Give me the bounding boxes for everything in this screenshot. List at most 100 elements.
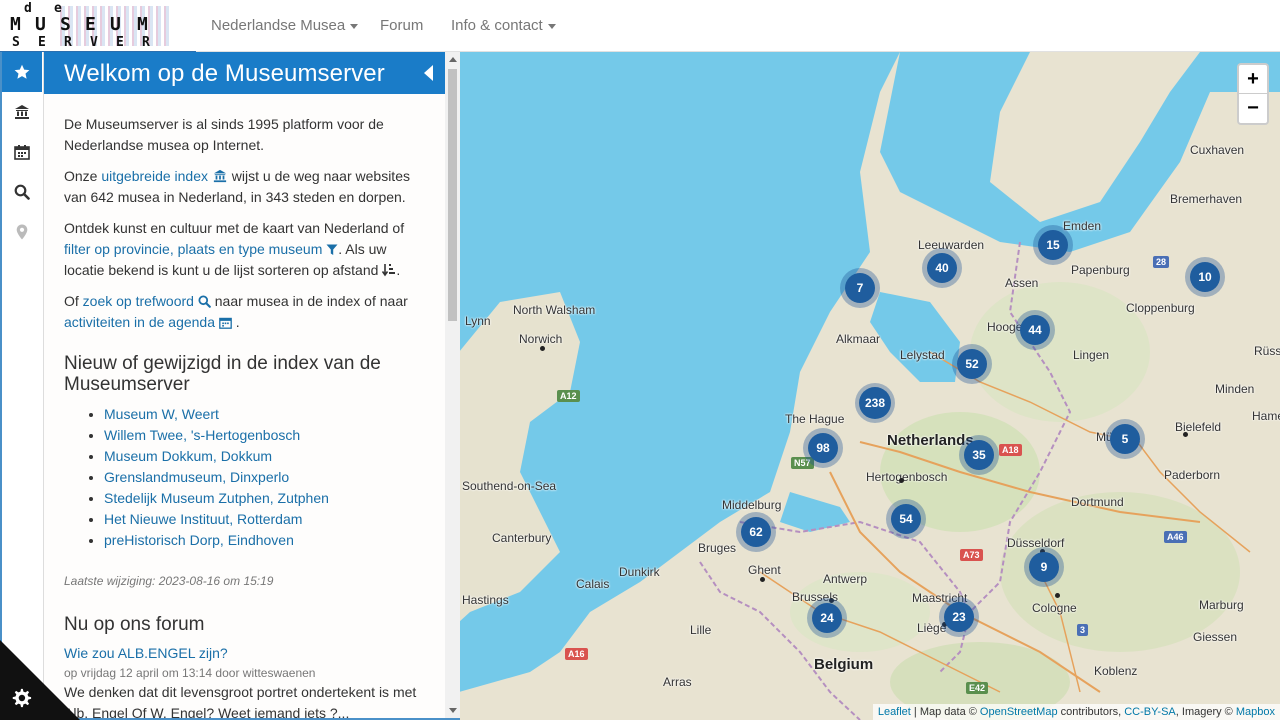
list-item: Willem Twee, 's-Hertogenbosch xyxy=(104,425,425,446)
museum-cluster[interactable]: 10 xyxy=(1185,257,1225,297)
mapbox-link[interactable]: Mapbox xyxy=(1236,706,1275,718)
filter-link[interactable]: filter op provincie, plaats en type muse… xyxy=(64,241,322,257)
logo-letter: R xyxy=(142,35,150,50)
list-item: Museum Dokkum, Dokkum xyxy=(104,446,425,467)
place-label: Minden xyxy=(1215,382,1255,396)
place-label: Calais xyxy=(576,577,610,591)
gear-icon xyxy=(12,688,32,708)
place-label: Ghent xyxy=(748,563,781,577)
place-label: Giessen xyxy=(1193,630,1238,644)
intro-text: Onze xyxy=(64,168,102,184)
museum-cluster[interactable]: 98 xyxy=(803,428,843,468)
cluster-count: 10 xyxy=(1190,262,1220,292)
road-shield: 28 xyxy=(1153,256,1170,268)
place-label: Middelburg xyxy=(722,498,782,512)
logo-letter: U xyxy=(35,14,46,35)
license-link[interactable]: CC-BY-SA xyxy=(1124,706,1176,718)
new-item-link[interactable]: preHistorisch Dorp, Eindhoven xyxy=(104,532,294,548)
cluster-count: 40 xyxy=(927,253,957,283)
tab-home[interactable] xyxy=(2,52,42,92)
museum-cluster[interactable]: 40 xyxy=(922,248,962,288)
museum-cluster[interactable]: 35 xyxy=(959,435,999,475)
leaflet-link[interactable]: Leaflet xyxy=(878,706,911,718)
scrollbar-thumb[interactable] xyxy=(448,69,457,321)
pane-scrollbar[interactable] xyxy=(445,52,460,718)
place-label: Lingen xyxy=(1073,348,1110,362)
caret-left-icon[interactable] xyxy=(424,65,433,81)
museum-cluster[interactable]: 238 xyxy=(855,383,895,423)
scroll-up-icon[interactable] xyxy=(449,57,457,62)
museum-cluster[interactable]: 62 xyxy=(736,512,776,552)
new-items-heading: Nieuw of gewijzigd in de index van de Mu… xyxy=(64,353,381,395)
logo-letter: S xyxy=(60,14,71,35)
tab-agenda[interactable] xyxy=(2,132,42,172)
cluster-count: 44 xyxy=(1020,315,1050,345)
zoom-out-button[interactable]: − xyxy=(1239,94,1267,123)
tab-museums[interactable] xyxy=(2,92,42,132)
sort-distance-icon xyxy=(382,264,396,277)
museum-cluster[interactable]: 23 xyxy=(939,597,979,637)
sidebar-pane: Welkom op de Museumserver De Museumserve… xyxy=(44,52,445,718)
new-item-link[interactable]: Museum W, Weert xyxy=(104,406,219,422)
museum-cluster[interactable]: 44 xyxy=(1015,310,1055,350)
new-item-link[interactable]: Museum Dokkum, Dokkum xyxy=(104,448,272,464)
intro-paragraph: Onze uitgebreide index wijst u de weg na… xyxy=(64,166,425,208)
museum-cluster[interactable]: 54 xyxy=(886,499,926,539)
intro-text: De Museumserver is al sinds 1995 platfor… xyxy=(64,116,384,153)
museum-cluster[interactable]: 5 xyxy=(1105,419,1145,459)
new-item-link[interactable]: Stedelijk Museum Zutphen, Zutphen xyxy=(104,490,329,506)
museum-cluster[interactable]: 52 xyxy=(952,344,992,384)
keyword-search-link[interactable]: zoek op trefwoord xyxy=(83,293,194,309)
place-label: Marburg xyxy=(1199,598,1244,612)
scroll-down-icon[interactable] xyxy=(449,708,457,713)
tab-location[interactable] xyxy=(2,212,42,252)
cluster-count: 52 xyxy=(957,349,987,379)
museum-icon xyxy=(15,105,29,119)
nav-info-contact[interactable]: Info & contact xyxy=(451,17,556,34)
agenda-link[interactable]: activiteiten in de agenda xyxy=(64,314,215,330)
osm-link[interactable]: OpenStreetMap xyxy=(980,706,1058,718)
museum-cluster[interactable]: 24 xyxy=(807,598,847,638)
forum-post-title[interactable]: Wie zou ALB.ENGEL zijn? xyxy=(64,645,228,661)
site-logo[interactable]: d e M U S E U M S E R V E R xyxy=(0,0,196,52)
museum-cluster[interactable]: 9 xyxy=(1024,547,1064,587)
museum-cluster[interactable]: 7 xyxy=(840,268,880,308)
logo-letter: M xyxy=(10,14,21,35)
place-label: Hertogenbosch xyxy=(866,470,948,484)
new-item-link[interactable]: Het Nieuwe Instituut, Rotterdam xyxy=(104,511,302,527)
cluster-count: 54 xyxy=(891,504,921,534)
city-dot xyxy=(1183,432,1188,437)
new-item-link[interactable]: Willem Twee, 's-Hertogenbosch xyxy=(104,427,300,443)
new-item-link[interactable]: Grenslandmuseum, Dinxperlo xyxy=(104,469,289,485)
museum-cluster[interactable]: 15 xyxy=(1033,225,1073,265)
cookie-settings-button[interactable] xyxy=(0,640,80,720)
place-label: Canterbury xyxy=(492,531,552,545)
intro-text: naar musea in de index of naar xyxy=(210,293,408,309)
logo-letter: E xyxy=(85,14,96,35)
place-label: Bremerhaven xyxy=(1170,192,1243,206)
attribution-text: , Imagery © xyxy=(1175,706,1236,718)
new-items-list: Museum W, Weert Willem Twee, 's-Hertogen… xyxy=(104,404,425,551)
index-link[interactable]: uitgebreide index xyxy=(101,168,208,184)
place-label: Cuxhaven xyxy=(1190,143,1245,157)
city-dot xyxy=(760,577,765,582)
nav-forum[interactable]: Forum xyxy=(380,17,423,34)
place-label: Rüsse xyxy=(1254,344,1280,358)
tab-search[interactable] xyxy=(2,172,42,212)
place-label: Belgium xyxy=(814,656,874,673)
navbar: d e M U S E U M S E R V E R Nederlandse … xyxy=(0,0,1280,52)
place-label: North Walsham xyxy=(513,303,596,317)
logo-letter: U xyxy=(110,14,121,35)
logo-letter: S xyxy=(12,35,20,50)
sidebar: Welkom op de Museumserver De Museumserve… xyxy=(0,52,460,720)
place-label: Papenburg xyxy=(1071,263,1130,277)
map-attribution: Leaflet | Map data © OpenStreetMap contr… xyxy=(872,704,1280,720)
place-label: Dortmund xyxy=(1071,495,1124,509)
place-label: Norwich xyxy=(519,332,563,346)
nav-nederlandse-musea[interactable]: Nederlandse Musea xyxy=(211,17,359,34)
city-dot xyxy=(899,478,904,483)
city-dot xyxy=(540,346,545,351)
place-label: Assen xyxy=(1005,276,1039,290)
zoom-in-button[interactable]: + xyxy=(1239,65,1267,94)
list-item: Stedelijk Museum Zutphen, Zutphen xyxy=(104,488,425,509)
